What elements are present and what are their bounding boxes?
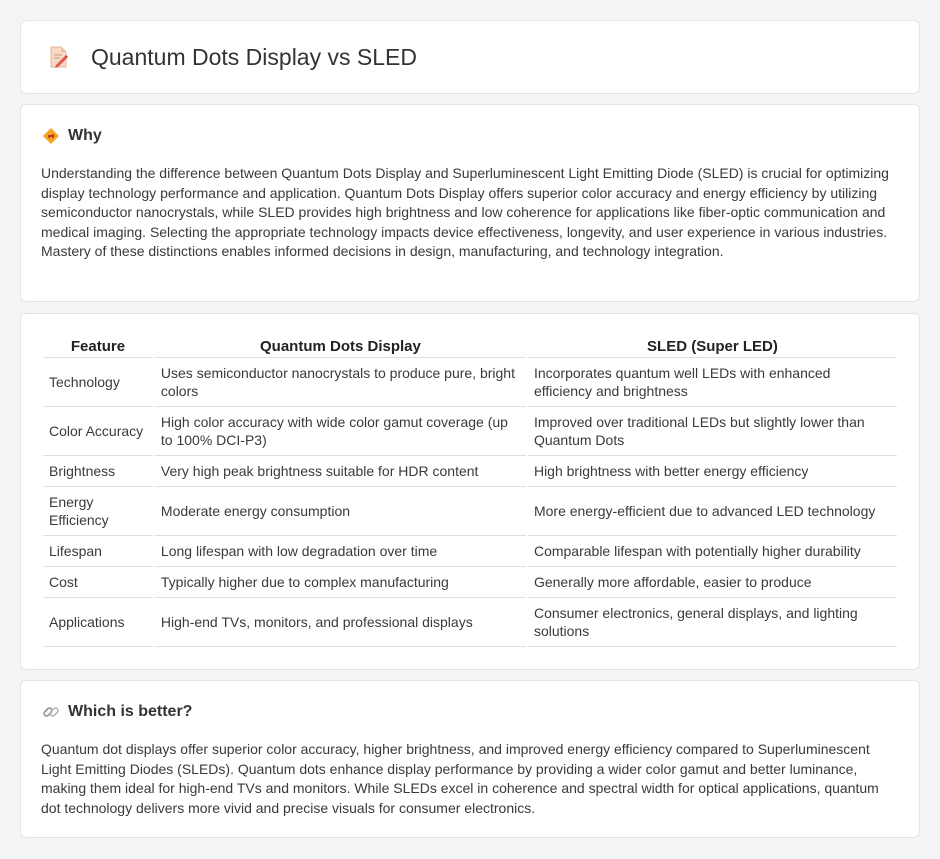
diamond-direction-icon	[42, 127, 60, 145]
header-feature: Feature	[43, 334, 153, 358]
header-sled: SLED (Super LED)	[527, 334, 897, 358]
feature-cell: Energy Efficiency	[43, 487, 153, 536]
sled-cell: Incorporates quantum well LEDs with enha…	[527, 358, 897, 407]
sled-cell: Consumer electronics, general displays, …	[527, 598, 897, 647]
sled-cell: Improved over traditional LEDs but sligh…	[527, 407, 897, 456]
table-row: Brightness Very high peak brightness sui…	[43, 456, 897, 487]
better-paragraph: Quantum dot displays offer superior colo…	[41, 741, 879, 816]
table-row: Cost Typically higher due to complex man…	[43, 567, 897, 598]
quantum-dots-cell: Moderate energy consumption	[154, 487, 526, 536]
why-section: Why Understanding the difference between…	[20, 104, 920, 302]
sled-cell: High brightness with better energy effic…	[527, 456, 897, 487]
better-heading: Which is better?	[68, 703, 193, 720]
which-is-better-section: Which is better? Quantum dot displays of…	[20, 680, 920, 838]
link-icon	[42, 703, 60, 721]
feature-cell: Technology	[43, 358, 153, 407]
sled-cell: Generally more affordable, easier to pro…	[527, 567, 897, 598]
table-row: Color Accuracy High color accuracy with …	[43, 407, 897, 456]
why-heading: Why	[68, 127, 102, 144]
why-paragraph: Understanding the difference between Qua…	[41, 165, 889, 260]
feature-cell: Applications	[43, 598, 153, 647]
quantum-dots-cell: Typically higher due to complex manufact…	[154, 567, 526, 598]
table-header-row: Feature Quantum Dots Display SLED (Super…	[43, 334, 897, 358]
table-row: Technology Uses semiconductor nanocrysta…	[43, 358, 897, 407]
quantum-dots-cell: Very high peak brightness suitable for H…	[154, 456, 526, 487]
table-row: Energy Efficiency Moderate energy consum…	[43, 487, 897, 536]
quantum-dots-cell: Long lifespan with low degradation over …	[154, 536, 526, 567]
table-row: Lifespan Long lifespan with low degradat…	[43, 536, 897, 567]
page-title: Quantum Dots Display vs SLED	[91, 43, 417, 70]
sled-cell: More energy-efficient due to advanced LE…	[527, 487, 897, 536]
quantum-dots-cell: High color accuracy with wide color gamu…	[154, 407, 526, 456]
feature-cell: Lifespan	[43, 536, 153, 567]
feature-cell: Color Accuracy	[43, 407, 153, 456]
title-card: Quantum Dots Display vs SLED	[20, 20, 920, 94]
document-pencil-icon	[47, 45, 71, 69]
comparison-section: Feature Quantum Dots Display SLED (Super…	[20, 313, 920, 670]
table-row: Applications High-end TVs, monitors, and…	[43, 598, 897, 647]
header-quantum-dots: Quantum Dots Display	[154, 334, 526, 358]
quantum-dots-cell: High-end TVs, monitors, and professional…	[154, 598, 526, 647]
feature-cell: Cost	[43, 567, 153, 598]
comparison-table: Feature Quantum Dots Display SLED (Super…	[41, 334, 899, 647]
feature-cell: Brightness	[43, 456, 153, 487]
sled-cell: Comparable lifespan with potentially hig…	[527, 536, 897, 567]
quantum-dots-cell: Uses semiconductor nanocrystals to produ…	[154, 358, 526, 407]
